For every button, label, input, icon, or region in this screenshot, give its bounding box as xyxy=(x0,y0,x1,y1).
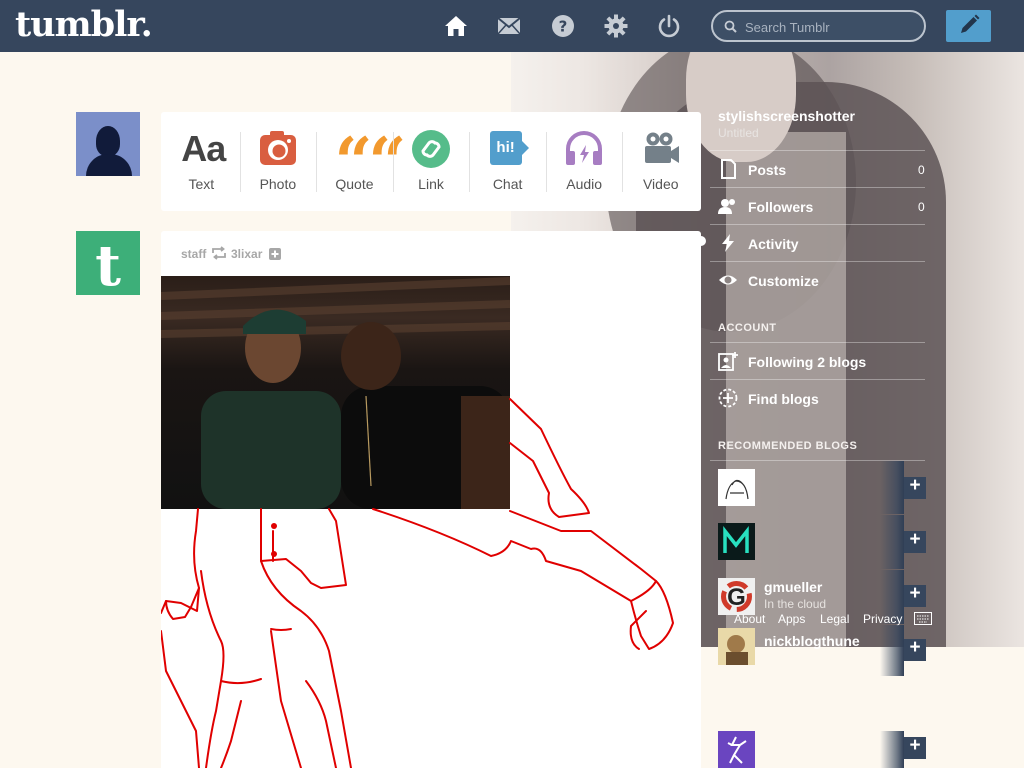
keyboard-icon[interactable] xyxy=(914,612,932,625)
post-photo[interactable] xyxy=(161,276,510,509)
post-type-text[interactable]: Aa Text xyxy=(163,112,240,211)
user-avatar[interactable] xyxy=(76,112,140,176)
svg-text:G: G xyxy=(727,584,746,611)
dashboard-post: staff 3lixar xyxy=(161,231,701,768)
post-type-label: Text xyxy=(188,176,215,192)
svg-text:?: ? xyxy=(559,18,568,36)
tumblr-logo[interactable]: tumblr. xyxy=(15,4,153,45)
recommended-blog-name[interactable]: nickblogthune xyxy=(764,633,860,649)
recommended-blog-name[interactable]: gmueller xyxy=(764,579,822,595)
post-type-label: Quote xyxy=(335,176,374,192)
post-type-video[interactable]: Video xyxy=(622,112,699,211)
account-heading: ACCOUNT xyxy=(718,322,777,334)
gear-icon[interactable] xyxy=(604,14,628,38)
sidebar-item-following[interactable]: Following 2 blogs xyxy=(748,354,866,370)
recommended-blog-description: In the cloud xyxy=(764,597,827,611)
recommended-blog-avatar[interactable] xyxy=(718,628,755,665)
power-icon[interactable] xyxy=(657,14,681,38)
post-type-label: Audio xyxy=(566,176,603,192)
post-source-link[interactable]: 3lixar xyxy=(231,247,262,261)
post-type-label: Video xyxy=(642,176,679,192)
lightning-icon xyxy=(722,234,734,252)
post-type-label: Photo xyxy=(259,176,297,192)
home-icon[interactable] xyxy=(444,14,468,38)
sidebar-item-posts[interactable]: Posts xyxy=(748,162,786,178)
follow-recommended-button[interactable] xyxy=(904,529,926,553)
top-navigation-bar: tumblr. ? xyxy=(0,0,1024,52)
search-input[interactable] xyxy=(745,18,915,36)
followers-icon xyxy=(718,199,735,214)
follow-recommended-button[interactable] xyxy=(904,637,926,661)
eye-icon xyxy=(719,275,737,285)
pencil-icon xyxy=(961,14,980,33)
post-connector-dot xyxy=(696,236,706,246)
link-icon xyxy=(412,130,451,168)
recommended-blog-avatar[interactable] xyxy=(718,523,755,560)
sidebar-item-activity[interactable]: Activity xyxy=(748,236,799,252)
compose-button[interactable] xyxy=(946,10,991,42)
follow-recommended-button[interactable] xyxy=(904,475,926,499)
footer-link-apps[interactable]: Apps xyxy=(778,612,805,626)
blog-title: Untitled xyxy=(718,126,759,140)
sketch-avatar-image xyxy=(725,479,749,500)
post-type-chat[interactable]: hi! Chat xyxy=(469,112,546,211)
sidebar-item-find-blogs[interactable]: Find blogs xyxy=(748,391,819,407)
post-author-link[interactable]: staff xyxy=(181,247,206,261)
post-type-label: Link xyxy=(418,176,444,192)
followers-count: 0 xyxy=(918,200,925,214)
add-person-icon xyxy=(718,352,738,371)
posts-count: 0 xyxy=(918,163,925,177)
recommended-heading: RECOMMENDED BLOGS xyxy=(718,440,858,452)
post-type-audio[interactable]: Audio xyxy=(545,112,623,211)
mail-icon[interactable] xyxy=(497,14,521,38)
quote-icon: ““ xyxy=(334,123,406,201)
footer-link-about[interactable]: About xyxy=(734,612,765,626)
post-type-photo[interactable]: Photo xyxy=(239,112,317,211)
letter-m-avatar-image xyxy=(723,525,749,553)
footer-link-legal[interactable]: Legal xyxy=(820,612,849,626)
chat-icon: hi! xyxy=(488,129,529,169)
footer-link-privacy[interactable]: Privacy xyxy=(863,612,902,626)
photo-avatar-image xyxy=(726,635,748,665)
compass-icon xyxy=(718,388,738,408)
tumblr-t-logo: t xyxy=(95,233,121,299)
figure-avatar-image xyxy=(727,736,747,764)
follow-recommended-button[interactable] xyxy=(904,735,926,759)
blog-name-link[interactable]: stylishscreenshotter xyxy=(718,108,855,124)
camera-icon xyxy=(259,131,296,165)
plus-icon xyxy=(271,250,279,258)
letter-g-avatar-image: G xyxy=(721,581,752,612)
recommended-blog-avatar[interactable]: G xyxy=(718,578,755,615)
staff-avatar[interactable]: t xyxy=(76,231,140,299)
post-photo-image xyxy=(161,277,510,509)
document-icon xyxy=(721,159,736,179)
search-box[interactable] xyxy=(711,10,926,42)
help-icon[interactable]: ? xyxy=(551,14,575,38)
post-type-quote[interactable]: ““ Quote xyxy=(316,112,406,211)
headphones-icon xyxy=(566,131,603,165)
post-type-label: Chat xyxy=(492,176,523,192)
video-camera-icon xyxy=(644,132,679,163)
reblog-icon xyxy=(212,246,226,260)
post-type-selector: Aa Text Photo ““ Quote Link hi! Chat Aud… xyxy=(161,112,701,211)
recommended-blog-avatar[interactable] xyxy=(718,469,755,506)
sidebar-item-followers[interactable]: Followers xyxy=(748,199,813,215)
follow-source-button[interactable] xyxy=(269,248,281,260)
search-icon xyxy=(724,20,737,33)
recommended-blog-avatar[interactable] xyxy=(718,731,755,768)
text-icon: Aa xyxy=(181,128,226,169)
sidebar-item-customize[interactable]: Customize xyxy=(748,273,819,289)
post-type-link[interactable]: Link xyxy=(392,112,470,211)
follow-recommended-button[interactable] xyxy=(904,583,926,607)
